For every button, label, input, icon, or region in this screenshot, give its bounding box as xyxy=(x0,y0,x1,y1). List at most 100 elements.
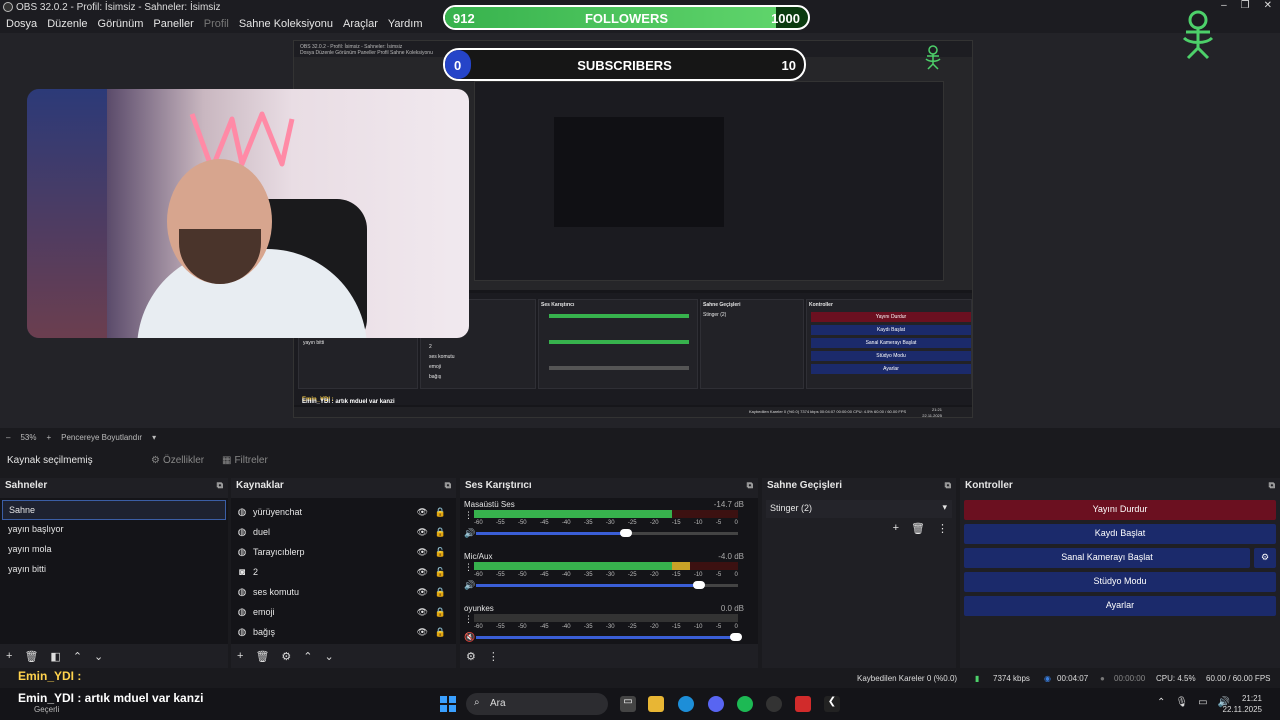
close-button[interactable]: ✕ xyxy=(1264,0,1272,11)
trash-icon[interactable]: 🗑 xyxy=(255,650,269,663)
source-item[interactable]: ◙ 2 👁 🔓 xyxy=(231,562,456,582)
mixer-title: Ses Karıştırıcı ⧉ xyxy=(460,478,758,494)
source-item[interactable]: ◍ duel 👁 🔒 xyxy=(231,522,456,542)
kebab-menu-icon[interactable]: ⋮ xyxy=(464,562,473,573)
move-down-icon[interactable]: ⌄ xyxy=(325,650,334,663)
lock-icon[interactable]: 🔒 xyxy=(435,607,446,618)
eye-icon[interactable]: 👁 xyxy=(417,587,428,598)
stop-stream-button[interactable]: Yayını Durdur xyxy=(964,500,1276,520)
settings-button[interactable]: Ayarlar xyxy=(964,596,1276,616)
taskbar-search[interactable]: ⌕ Ara xyxy=(466,693,608,715)
start-virtual-camera-button[interactable]: Sanal Kamerayı Başlat xyxy=(964,548,1250,568)
nested-virtual-cam: Sanal Kamerayı Başlat xyxy=(811,338,971,348)
app-icon[interactable]: ❮ xyxy=(824,696,840,712)
eye-icon[interactable]: 👁 xyxy=(417,527,428,538)
lock-icon[interactable]: 🔓 xyxy=(435,567,446,578)
transitions-dock: Sahne Geçişleri ⧉ Stinger (2) ▾ + 🗑 ⋮ xyxy=(762,478,956,668)
eye-icon[interactable]: 👁 xyxy=(417,607,428,618)
menu-gorunum[interactable]: Görünüm xyxy=(98,18,144,30)
undock-icon[interactable]: ⧉ xyxy=(217,480,223,491)
kebab-menu-icon[interactable]: ⋮ xyxy=(488,650,499,663)
add-transition-button[interactable]: + xyxy=(893,522,899,535)
volume-slider[interactable] xyxy=(476,529,738,537)
speaker-icon[interactable]: 🔊 xyxy=(464,528,475,539)
lock-icon[interactable]: 🔒 xyxy=(435,587,446,598)
undock-icon[interactable]: ⧉ xyxy=(945,480,951,491)
chevron-down-icon[interactable]: ▾ xyxy=(152,433,156,442)
eye-icon[interactable]: 👁 xyxy=(417,627,428,638)
sources-title: Kaynaklar ⧉ xyxy=(231,478,456,494)
add-source-button[interactable]: + xyxy=(237,650,243,662)
minimize-button[interactable]: – xyxy=(1221,0,1227,11)
undock-icon[interactable]: ⧉ xyxy=(747,480,753,491)
zoom-mode[interactable]: Pencereye Boyutlandır xyxy=(61,433,142,442)
undock-icon[interactable]: ⧉ xyxy=(1269,480,1275,491)
scene-item[interactable]: yayın bitti xyxy=(2,560,226,580)
eye-icon[interactable]: 👁 xyxy=(417,547,428,558)
trash-icon[interactable]: 🗑 xyxy=(24,650,38,663)
zoom-in-button[interactable]: + xyxy=(46,433,51,442)
edge-browser-icon[interactable] xyxy=(678,696,694,712)
gear-icon[interactable]: ⚙ xyxy=(281,650,291,663)
kebab-menu-icon[interactable]: ⋮ xyxy=(937,522,948,535)
scene-item[interactable]: yayın mola xyxy=(2,540,226,560)
eye-icon[interactable]: 👁 xyxy=(417,507,428,518)
move-down-icon[interactable]: ⌄ xyxy=(94,650,103,663)
studio-mode-button[interactable]: Stüdyo Modu xyxy=(964,572,1276,592)
advanced-audio-icon[interactable]: ⚙ xyxy=(466,650,476,663)
discord-icon[interactable] xyxy=(708,696,724,712)
move-up-icon[interactable]: ⌃ xyxy=(73,650,82,663)
eye-icon[interactable]: 👁 xyxy=(417,567,428,578)
properties-button[interactable]: ⚙ Özellikler xyxy=(151,455,204,466)
trash-icon[interactable]: 🗑 xyxy=(911,522,925,535)
source-item[interactable]: ◍ yürüyenchat 👁 🔒 xyxy=(231,502,456,522)
volume-slider-knob[interactable] xyxy=(693,581,706,589)
source-item[interactable]: ◍ emoji 👁 🔒 xyxy=(231,602,456,622)
source-item[interactable]: ◍ ses komutu 👁 🔒 xyxy=(231,582,456,602)
menu-dosya[interactable]: Dosya xyxy=(6,18,37,30)
start-recording-button[interactable]: Kaydı Başlat xyxy=(964,524,1276,544)
speaker-icon[interactable]: 🔊 xyxy=(464,580,475,591)
task-view-icon[interactable]: ▭ xyxy=(620,696,636,712)
lock-icon[interactable]: 🔓 xyxy=(435,547,446,558)
lock-icon[interactable]: 🔒 xyxy=(435,507,446,518)
add-scene-button[interactable]: + xyxy=(6,650,12,662)
spotify-icon[interactable] xyxy=(737,696,753,712)
scene-item[interactable]: Sahne xyxy=(2,500,226,520)
volume-slider-knob[interactable] xyxy=(619,529,632,537)
transition-select[interactable]: Stinger (2) ▾ xyxy=(766,500,952,518)
scene-filters-icon[interactable]: ◧ xyxy=(50,650,60,663)
microphone-icon[interactable]: 🎙 xyxy=(1175,697,1188,708)
muted-speaker-icon[interactable]: 🔇 xyxy=(464,632,475,643)
volume-slider[interactable] xyxy=(476,581,738,589)
kebab-menu-icon[interactable]: ⋮ xyxy=(464,510,473,521)
menu-duzenle[interactable]: Düzenle xyxy=(47,18,87,30)
file-explorer-icon[interactable] xyxy=(648,696,664,712)
volume-slider-knob[interactable] xyxy=(730,633,742,641)
windows-start-icon[interactable] xyxy=(440,696,456,712)
obs-icon[interactable] xyxy=(766,696,782,712)
lock-icon[interactable]: 🔒 xyxy=(435,627,446,638)
recorder-icon[interactable] xyxy=(795,696,811,712)
move-up-icon[interactable]: ⌃ xyxy=(303,650,312,663)
zoom-out-button[interactable]: – xyxy=(6,433,10,442)
scene-item[interactable]: yayın başlıyor xyxy=(2,520,226,540)
volume-slider[interactable] xyxy=(476,633,742,641)
tray-expand-icon[interactable]: ⌃ xyxy=(1157,697,1165,708)
menu-paneller[interactable]: Paneller xyxy=(153,18,193,30)
maximize-button[interactable]: ❐ xyxy=(1241,0,1250,11)
menu-araclar[interactable]: Araçlar xyxy=(343,18,378,30)
menu-sahne-koleksiyonu[interactable]: Sahne Koleksiyonu xyxy=(239,18,333,30)
source-item[interactable]: ◍ Tarayıcıblerp 👁 🔓 xyxy=(231,542,456,562)
taskbar-clock[interactable]: 21:21 22.11.2025 xyxy=(1223,693,1262,715)
network-icon[interactable]: ▭ xyxy=(1198,697,1207,708)
virtual-camera-settings-icon[interactable]: ⚙ xyxy=(1254,548,1276,568)
lock-icon[interactable]: 🔒 xyxy=(435,527,446,538)
source-item[interactable]: ◍ bağış 👁 🔒 xyxy=(231,622,456,642)
menu-profil[interactable]: Profil xyxy=(204,18,229,30)
nested-meter-1 xyxy=(549,314,689,318)
kebab-menu-icon[interactable]: ⋮ xyxy=(464,614,473,625)
filters-button[interactable]: ▦ Filtreler xyxy=(222,455,268,466)
menu-yardim[interactable]: Yardım xyxy=(388,18,423,30)
undock-icon[interactable]: ⧉ xyxy=(445,480,451,491)
